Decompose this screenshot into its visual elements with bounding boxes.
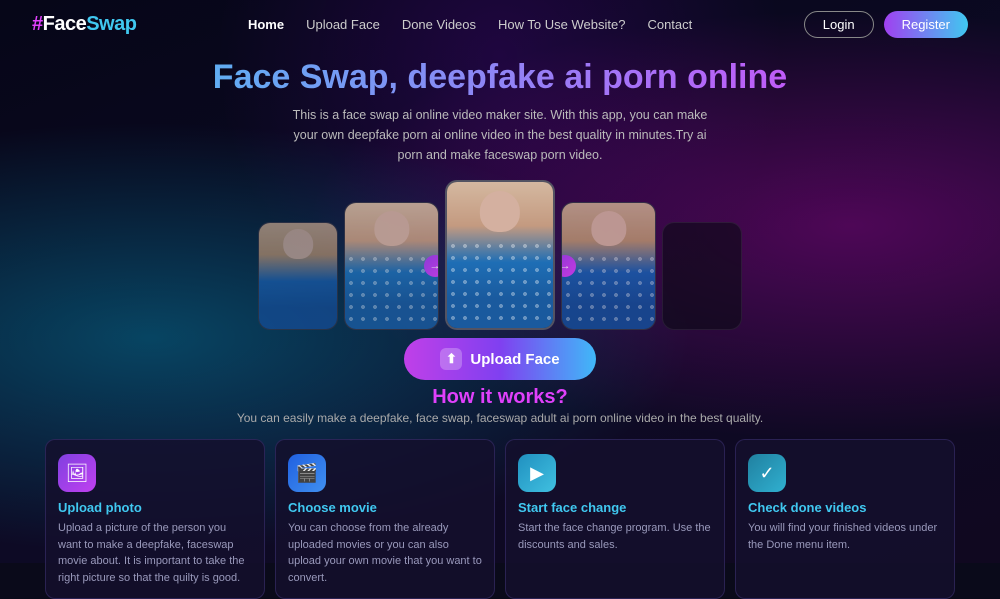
navbar: #FaceSwap Home Upload Face Done Videos H… xyxy=(0,0,1000,48)
step-card-2: 🎬 Choose movie You can choose from the a… xyxy=(275,439,495,599)
step-title-2: Choose movie xyxy=(288,500,482,515)
step-desc-2: You can choose from the already uploaded… xyxy=(288,520,482,586)
nav-links: Home Upload Face Done Videos How To Use … xyxy=(248,17,692,32)
how-title: How it works? xyxy=(0,386,1000,409)
card-center xyxy=(445,180,555,330)
step-icon-4: ✓ xyxy=(748,454,786,492)
step-icon-2: 🎬 xyxy=(288,454,326,492)
step-card-1: 🖼 Upload photo Upload a picture of the p… xyxy=(45,439,265,599)
register-button[interactable]: Register xyxy=(884,11,968,38)
nav-contact[interactable]: Contact xyxy=(647,17,692,32)
logo-swap: Swap xyxy=(86,13,136,35)
logo-hash: # xyxy=(32,13,43,35)
nav-actions: Login Register xyxy=(804,11,968,38)
upload-face-button[interactable]: ⬆ Upload Face xyxy=(404,338,595,380)
step-icon-1: 🖼 xyxy=(58,454,96,492)
card-dark xyxy=(662,222,742,330)
step-title-4: Check done videos xyxy=(748,500,942,515)
image-cards-strip: → → xyxy=(0,175,1000,330)
nav-done-videos[interactable]: Done Videos xyxy=(402,17,476,32)
how-section: How it works? You can easily make a deep… xyxy=(0,386,1000,425)
step-desc-1: Upload a picture of the person you want … xyxy=(58,520,252,586)
steps-grid: 🖼 Upload photo Upload a picture of the p… xyxy=(0,429,1000,599)
person-img-1 xyxy=(259,223,337,329)
upload-btn-label: Upload Face xyxy=(470,351,559,368)
step-desc-4: You will find your finished videos under… xyxy=(748,520,942,553)
step-card-4: ✓ Check done videos You will find your f… xyxy=(735,439,955,599)
how-subtitle: You can easily make a deepfake, face swa… xyxy=(0,411,1000,425)
hero-title: Face Swap, deepfake ai porn online xyxy=(20,58,980,97)
nav-home[interactable]: Home xyxy=(248,17,284,32)
upload-btn-wrap: ⬆ Upload Face xyxy=(0,338,1000,380)
hero-section: Face Swap, deepfake ai porn online This … xyxy=(0,48,1000,165)
card-4: → xyxy=(561,202,656,330)
person-img-center xyxy=(447,182,553,328)
login-button[interactable]: Login xyxy=(804,11,874,38)
step-desc-3: Start the face change program. Use the d… xyxy=(518,520,712,553)
hero-subtitle: This is a face swap ai online video make… xyxy=(290,105,710,165)
step-card-3: ▶ Start face change Start the face chang… xyxy=(505,439,725,599)
step-icon-3: ▶ xyxy=(518,454,556,492)
card-1 xyxy=(258,222,338,330)
arrow-badge-1: → xyxy=(424,255,439,277)
upload-icon: ⬆ xyxy=(440,348,462,370)
step-title-3: Start face change xyxy=(518,500,712,515)
logo-face: Face xyxy=(43,13,87,35)
card-2: → xyxy=(344,202,439,330)
logo[interactable]: #FaceSwap xyxy=(32,13,136,36)
step-title-1: Upload photo xyxy=(58,500,252,515)
nav-upload-face[interactable]: Upload Face xyxy=(306,17,380,32)
nav-how-to[interactable]: How To Use Website? xyxy=(498,17,625,32)
